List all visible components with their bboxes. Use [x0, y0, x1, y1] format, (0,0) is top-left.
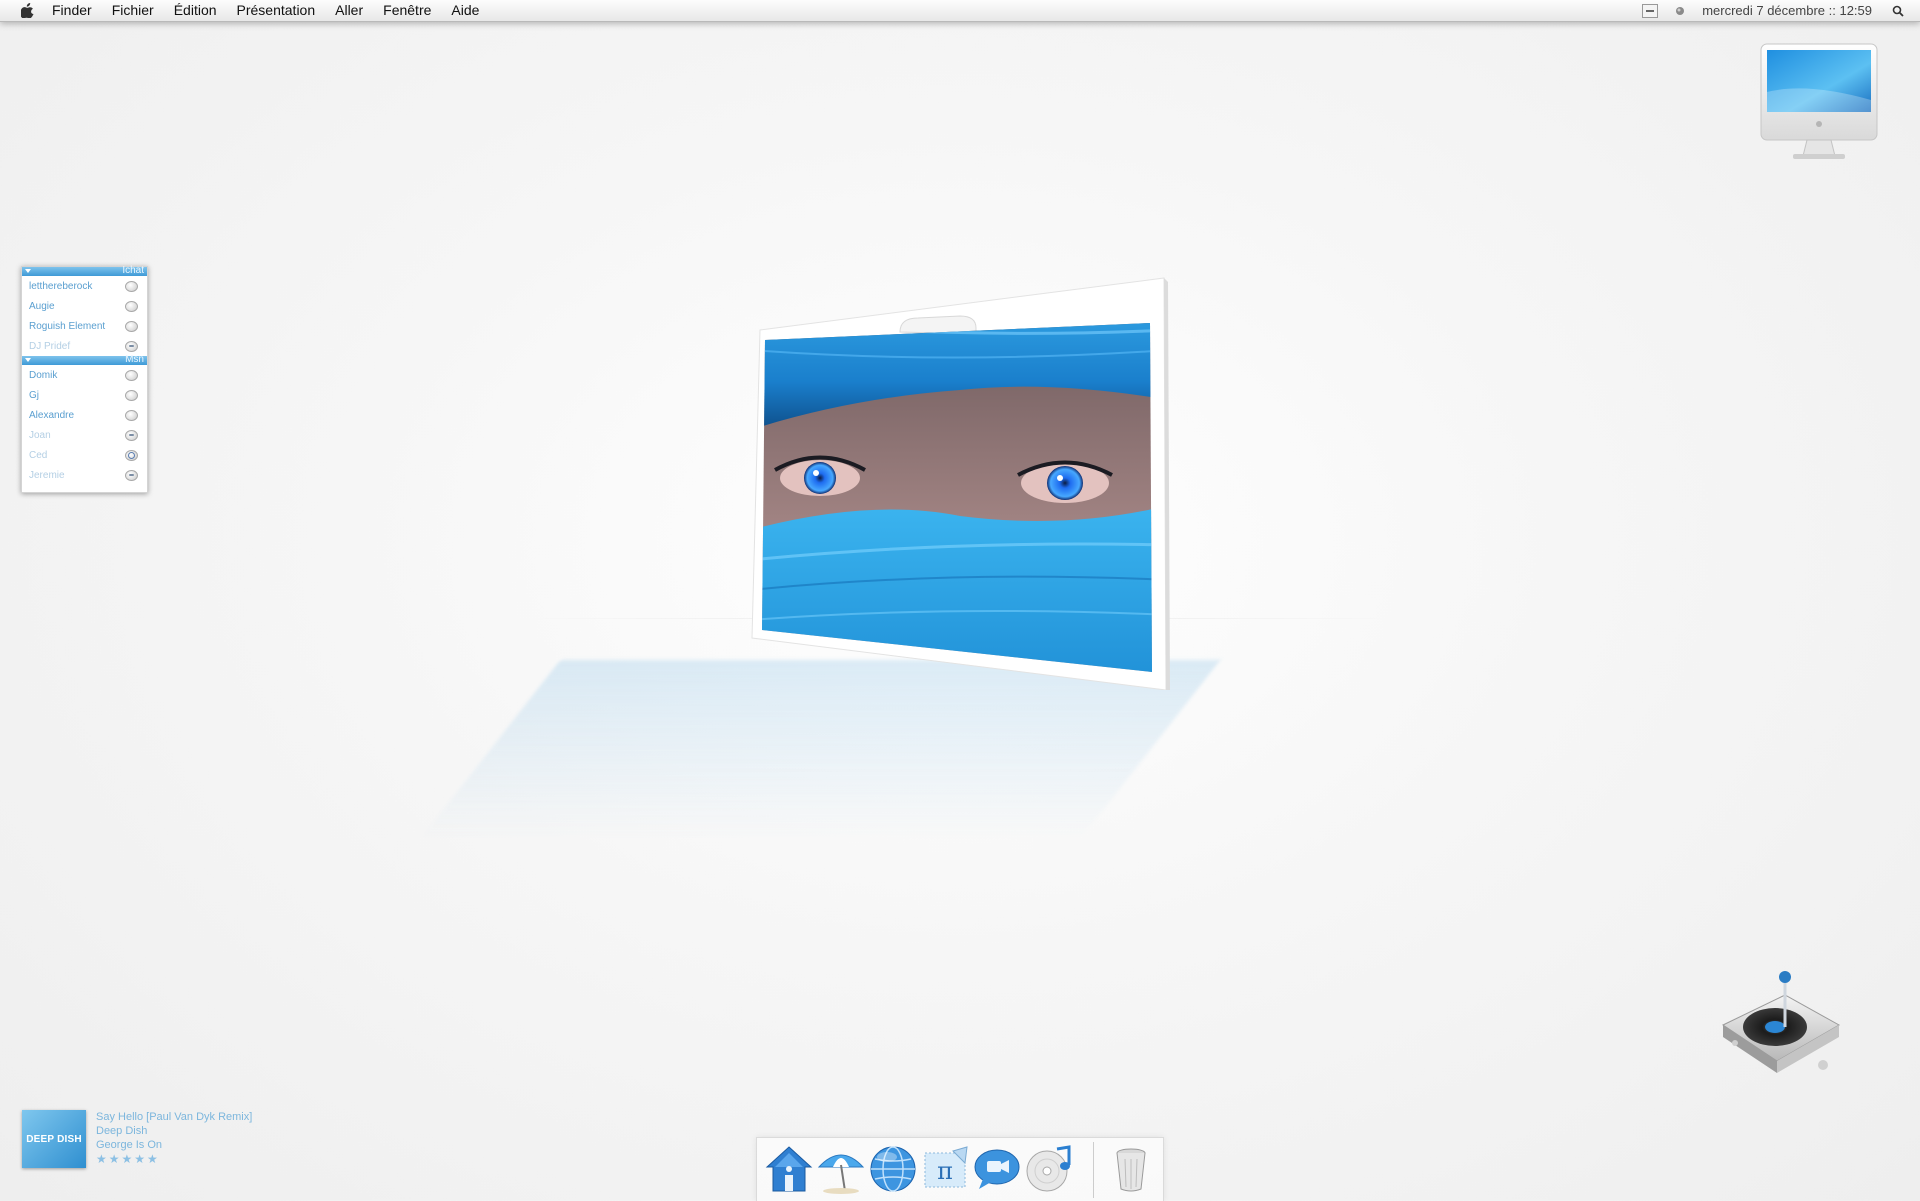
buddy-row[interactable]: letthereberock [22, 276, 147, 296]
track-title: Say Hello [Paul Van Dyk Remix] [96, 1111, 253, 1123]
album-art[interactable]: DEEP DISH [22, 1110, 86, 1168]
globe-icon[interactable] [867, 1143, 919, 1195]
buddy-name: letthereberock [29, 280, 93, 292]
buddy-row[interactable]: Domik [22, 365, 147, 385]
menu-fichier[interactable]: Fichier [112, 0, 154, 21]
ichat-icon[interactable] [971, 1143, 1023, 1195]
buddy-row[interactable]: Alexandre [22, 405, 147, 425]
chat-bubble-icon [125, 370, 138, 381]
trash-icon[interactable] [1105, 1143, 1157, 1195]
svg-text:π: π [937, 1157, 953, 1185]
dock: π [756, 1137, 1164, 1201]
buddy-name: Domik [29, 369, 58, 381]
spotlight-icon[interactable] [1890, 4, 1906, 18]
home-icon[interactable] [763, 1143, 815, 1195]
menu-bar: Finder Fichier Édition Présentation Alle… [0, 0, 1920, 22]
group-header-ichat[interactable]: Ichat [22, 265, 147, 276]
pi-stamp-icon[interactable]: π [919, 1143, 971, 1195]
group-header-msn[interactable]: Msn [22, 354, 147, 365]
menu-clock[interactable]: mercredi 7 décembre :: 12:59 [1702, 3, 1872, 18]
apple-icon[interactable] [18, 2, 36, 20]
buddy-name: Roguish Element [29, 320, 106, 332]
buddy-row[interactable]: Ced [22, 445, 147, 465]
volume-icon[interactable] [1672, 4, 1688, 18]
buddy-name: Alexandre [29, 409, 75, 421]
menu-edition[interactable]: Édition [174, 0, 217, 21]
buddy-name: Ced [29, 449, 48, 461]
group-label: Msn [125, 354, 144, 365]
blue-eyes-photo [750, 270, 1170, 691]
idle-bubble-icon [125, 341, 138, 352]
beach-umbrella-icon[interactable] [815, 1143, 867, 1195]
now-playing-info: Say Hello [Paul Van Dyk Remix] Deep Dish… [96, 1110, 252, 1166]
chat-bubble-icon [125, 301, 138, 312]
menu-extra-icon[interactable] [1642, 3, 1659, 18]
menu-extras: mercredi 7 décembre :: 12:59 [1642, 0, 1920, 21]
chat-bubble-icon [125, 321, 138, 332]
dj-turntable-icon[interactable] [1715, 965, 1845, 1085]
chat-bubble-icon [125, 410, 138, 421]
dock-separator [1093, 1142, 1094, 1198]
buddy-name: DJ Pridef [29, 340, 71, 352]
buddy-list-widget: Ichat letthereberock Augie Roguish Eleme… [21, 265, 148, 493]
camera-bubble-icon [125, 450, 138, 461]
menu-finder[interactable]: Finder [52, 0, 92, 21]
menu-presentation[interactable]: Présentation [237, 0, 316, 21]
buddy-name: Jeremie [29, 469, 65, 481]
buddy-name: Augie [29, 300, 55, 312]
buddy-name: Joan [29, 429, 51, 441]
buddy-row[interactable]: Gj [22, 385, 147, 405]
menu-aide[interactable]: Aide [451, 0, 479, 21]
disclosure-triangle-icon[interactable] [25, 358, 31, 362]
menu-fenetre[interactable]: Fenêtre [383, 0, 431, 21]
chat-bubble-icon [125, 390, 138, 401]
album-art-text: DEEP DISH [26, 1133, 82, 1145]
track-album: George Is On [96, 1139, 163, 1151]
idle-bubble-icon [125, 470, 138, 481]
track-artist: Deep Dish [96, 1125, 148, 1137]
buddy-row[interactable]: Joan [22, 425, 147, 445]
itunes-icon[interactable] [1023, 1143, 1075, 1195]
track-rating[interactable]: ★★★★★ [96, 1152, 252, 1166]
buddy-row[interactable]: DJ Pridef [22, 336, 147, 356]
chat-bubble-icon [125, 281, 138, 292]
buddy-name: Gj [29, 389, 39, 401]
group-label: Ichat [122, 265, 144, 276]
buddy-row[interactable]: Roguish Element [22, 316, 147, 336]
buddy-row[interactable]: Augie [22, 296, 147, 316]
menu-aller[interactable]: Aller [335, 0, 363, 21]
buddy-row[interactable]: Jeremie [22, 465, 147, 485]
idle-bubble-icon [125, 430, 138, 441]
disclosure-triangle-icon[interactable] [25, 269, 31, 273]
hard-drive-icon[interactable] [1757, 42, 1881, 166]
